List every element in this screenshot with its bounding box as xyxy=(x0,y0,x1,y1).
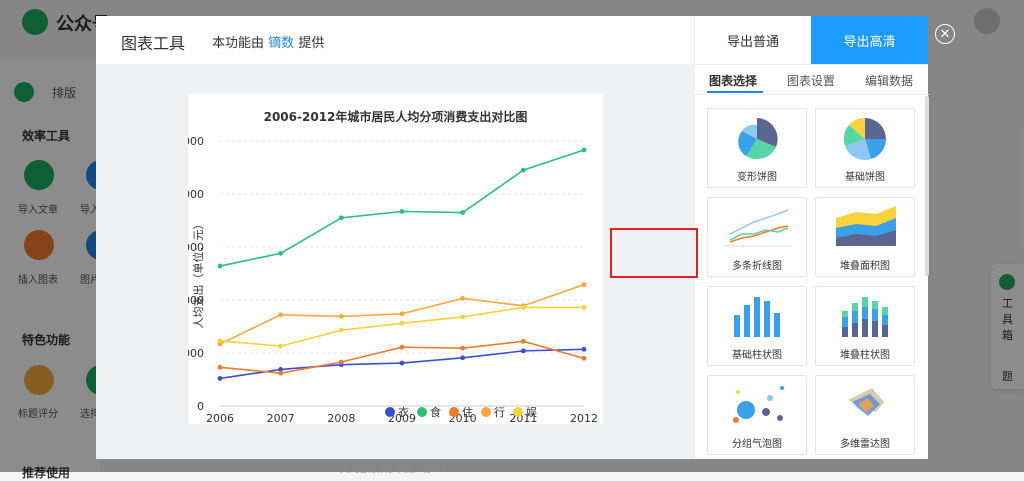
chart-preview[interactable]: 2006-2012年城市居民人均分项消费支出对比图 01000200030004… xyxy=(188,94,603,424)
modal-header: 图表工具 本功能由 镝数 提供 导出普通 导出高清 xyxy=(96,16,928,65)
panel-scrollbar[interactable] xyxy=(925,96,929,276)
y-axis-label: 人均支出（单位：元） xyxy=(191,219,205,329)
legend-label: 行 xyxy=(494,406,505,419)
legend-label: 娱 xyxy=(526,405,537,419)
stacked-area-icon xyxy=(836,206,896,246)
legend-marker xyxy=(513,407,523,417)
data-point xyxy=(460,345,466,351)
data-point xyxy=(217,364,223,370)
data-point xyxy=(581,355,587,361)
provider-link[interactable]: 镝数 xyxy=(268,36,294,51)
data-point xyxy=(581,346,587,352)
series-line-食 xyxy=(219,149,585,267)
chart-canvas-area: 2006-2012年城市居民人均分项消费支出对比图 01000200030004… xyxy=(96,64,694,459)
export-normal-button[interactable]: 导出普通 xyxy=(694,16,811,64)
legend-marker xyxy=(481,407,491,417)
tab-chart-select[interactable]: 图表选择 xyxy=(709,72,757,89)
data-point xyxy=(460,314,466,320)
stacked-bar-label: 堆叠柱状图 xyxy=(840,350,890,361)
chart-option-stacked-area[interactable]: 堆叠面积图 xyxy=(815,197,915,277)
data-point xyxy=(460,210,466,215)
data-point xyxy=(399,360,405,366)
multi-line-icon xyxy=(724,209,792,247)
basic-pie-label: 基础饼图 xyxy=(845,172,885,183)
y-tick-label: 5000 xyxy=(188,135,204,148)
x-tick-label: 2006 xyxy=(206,412,234,424)
data-point xyxy=(399,209,405,214)
y-tick-label: 0 xyxy=(197,400,204,413)
subtitle-prefix: 本功能由 xyxy=(212,36,265,51)
data-point xyxy=(399,311,405,317)
legend-marker xyxy=(385,407,395,417)
line-chart: 0100020003000400050002006200720082009201… xyxy=(188,135,598,424)
chart-tool-modal: 图表工具 本功能由 镝数 提供 导出普通 导出高清 2006-2012年城市居民… xyxy=(96,16,929,459)
data-point xyxy=(338,327,344,333)
radar-icon xyxy=(848,388,884,416)
data-point xyxy=(581,282,587,288)
stacked-area-label: 堆叠面积图 xyxy=(840,261,890,272)
data-point xyxy=(460,296,466,301)
data-point xyxy=(338,359,344,365)
x-tick-label: 2007 xyxy=(267,412,295,424)
export-hd-button[interactable]: 导出高清 xyxy=(811,16,928,64)
data-point xyxy=(520,305,526,310)
data-point xyxy=(581,147,587,153)
x-tick-label: 2008 xyxy=(327,412,355,424)
data-point xyxy=(278,250,284,256)
variant-pie-icon xyxy=(738,118,778,160)
data-point xyxy=(399,320,405,326)
data-point xyxy=(399,344,405,350)
basic-pie-icon xyxy=(843,117,886,160)
basic-bar-label: 基础柱状图 xyxy=(732,350,782,361)
chart-option-multi-line[interactable]: 多条折线图 xyxy=(707,197,807,277)
data-point xyxy=(581,305,587,310)
grouped-bubble-icon xyxy=(733,386,784,423)
data-point xyxy=(520,348,526,354)
modal-close-button[interactable]: ✕ xyxy=(935,24,955,44)
chart-option-basic-pie[interactable]: 基础饼图 xyxy=(815,108,915,188)
tab-edit-data[interactable]: 编辑数据 xyxy=(865,72,913,89)
legend-label: 食 xyxy=(430,405,441,419)
data-point xyxy=(217,338,223,344)
tab-chart-settings[interactable]: 图表设置 xyxy=(787,72,835,89)
data-point xyxy=(278,312,284,318)
stacked-bar-icon xyxy=(842,297,888,337)
data-point xyxy=(217,263,223,269)
panel-tabs: 图表选择 图表设置 编辑数据 xyxy=(695,64,929,95)
data-point xyxy=(520,167,526,173)
variant-pie-label: 变形饼图 xyxy=(737,172,777,183)
legend-label: 衣 xyxy=(398,405,409,419)
grouped-bubble-label: 分组气泡图 xyxy=(732,439,782,450)
chart-select-panel: 图表选择 图表设置 编辑数据 变形饼图 基础饼图 多条折线图 堆叠面积图 基础柱… xyxy=(694,64,929,459)
data-point xyxy=(338,215,344,221)
x-tick-label: 2012 xyxy=(570,412,598,424)
data-point xyxy=(338,314,344,319)
multi-line-label: 多条折线图 xyxy=(732,261,782,272)
modal-subtitle: 本功能由 镝数 提供 xyxy=(212,32,324,51)
chart-option-grouped-bubble[interactable]: 分组气泡图 xyxy=(707,375,807,455)
y-tick-label: 4000 xyxy=(188,188,204,201)
active-tab-indicator xyxy=(707,91,763,93)
chart-option-variant-pie[interactable]: 变形饼图 xyxy=(707,108,807,188)
data-point xyxy=(278,343,284,349)
data-point xyxy=(278,370,284,376)
legend-label: 住 xyxy=(462,405,473,419)
legend-marker xyxy=(449,407,459,417)
subtitle-suffix: 提供 xyxy=(298,36,325,51)
basic-bar-icon xyxy=(734,297,780,337)
data-point xyxy=(520,338,526,344)
bottom-hint: 关闭后请保存草稿，或ctrl+s xyxy=(340,465,457,475)
modal-title: 图表工具 xyxy=(121,34,186,53)
chart-option-stacked-bar[interactable]: 堆叠柱状图 xyxy=(815,286,915,366)
data-point xyxy=(217,376,223,381)
chart-option-basic-bar[interactable]: 基础柱状图 xyxy=(707,286,807,366)
selection-highlight-box xyxy=(610,228,698,278)
radar-label: 多维雷达图 xyxy=(840,439,890,450)
chart-option-radar[interactable]: 多维雷达图 xyxy=(815,375,915,455)
data-point xyxy=(460,355,466,361)
legend-marker xyxy=(417,407,427,417)
y-tick-label: 1000 xyxy=(188,347,204,360)
